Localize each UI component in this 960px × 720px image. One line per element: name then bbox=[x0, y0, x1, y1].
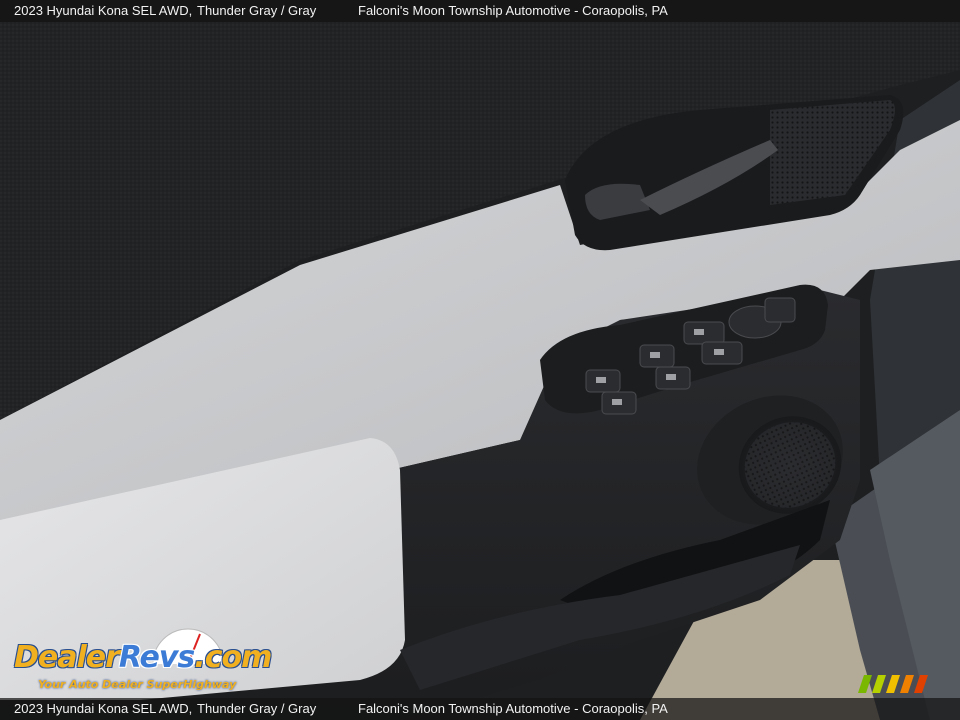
dealerrevs-watermark: DealerRevs.com Your Auto Dealer SuperHig… bbox=[10, 626, 272, 696]
caption-bar-bottom: 2023 Hyundai Kona SEL AWD, Thunder Gray … bbox=[0, 698, 960, 720]
photo-stage: 2023 Hyundai Kona SEL AWD, Thunder Gray … bbox=[0, 0, 960, 720]
caption-color: Thunder Gray / Gray bbox=[197, 3, 317, 18]
caption-dealer: Falconi's Moon Township Automotive - Cor… bbox=[358, 3, 668, 18]
caption-color: Thunder Gray / Gray bbox=[197, 701, 317, 716]
logo-suffix: .com bbox=[194, 640, 272, 675]
watermark-logo: DealerRevs.com bbox=[14, 640, 272, 675]
stripes-logo-icon bbox=[858, 675, 928, 693]
caption-bar-top: 2023 Hyundai Kona SEL AWD, Thunder Gray … bbox=[0, 0, 960, 22]
caption-dealer: Falconi's Moon Township Automotive - Cor… bbox=[358, 701, 668, 716]
logo-prefix: Dealer bbox=[14, 640, 120, 675]
logo-brand: Revs bbox=[118, 640, 195, 675]
watermark-tagline: Your Auto Dealer SuperHighway bbox=[38, 678, 237, 691]
caption-vehicle: 2023 Hyundai Kona SEL AWD, bbox=[14, 701, 193, 716]
caption-vehicle: 2023 Hyundai Kona SEL AWD, bbox=[14, 3, 193, 18]
door-interior-photo bbox=[0, 0, 960, 720]
